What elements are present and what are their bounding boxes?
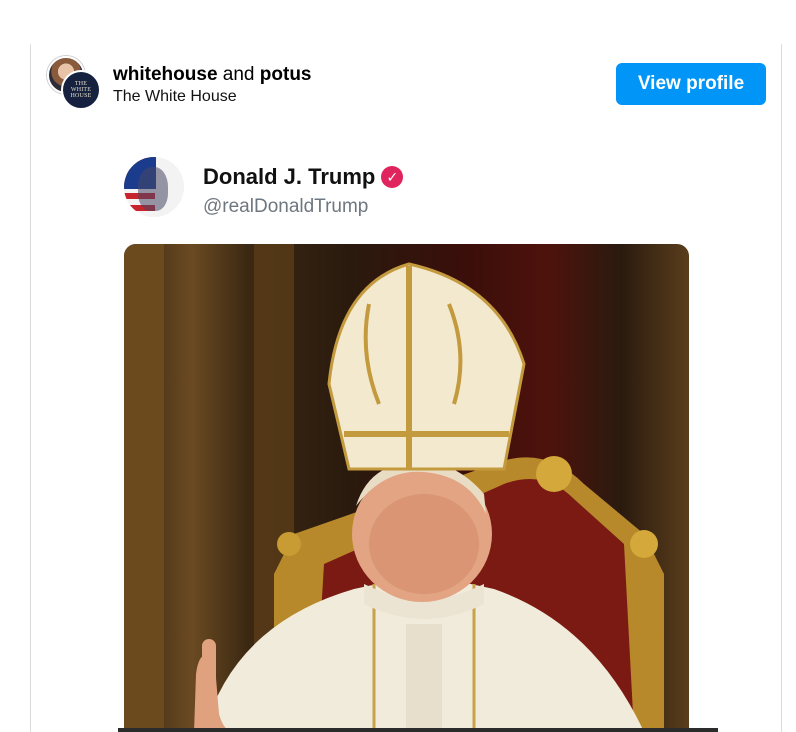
tweet-author-handle: @realDonaldTrump [203,196,369,217]
instagram-embed-card: THE WHITE HOUSE whitehouse and potus The… [30,44,782,732]
pope-figure-illustration [124,244,664,732]
account-name-potus[interactable]: potus [260,64,312,85]
account-subtitle: The White House [113,88,237,105]
verified-badge-icon: ✓ [381,166,404,188]
post-image[interactable] [124,244,689,732]
scroll-indicator [118,728,718,732]
account-name-whitehouse[interactable]: whitehouse [113,64,218,85]
account-joiner: and [222,64,255,85]
view-profile-button[interactable]: View profile [616,63,766,105]
avatar-logo-text: THE WHITE HOUSE [70,81,92,99]
tweet-author-name-text: Donald J. Trump [203,164,376,189]
whitehouse-avatar[interactable]: THE WHITE HOUSE [61,70,101,110]
tweet-author-avatar [124,157,184,217]
account-names: whitehouse and potus The White House [113,64,312,107]
tweet-author-name: Donald J. Trump ✓ [203,164,404,190]
post-header: THE WHITE HOUSE whitehouse and potus The… [31,44,781,124]
